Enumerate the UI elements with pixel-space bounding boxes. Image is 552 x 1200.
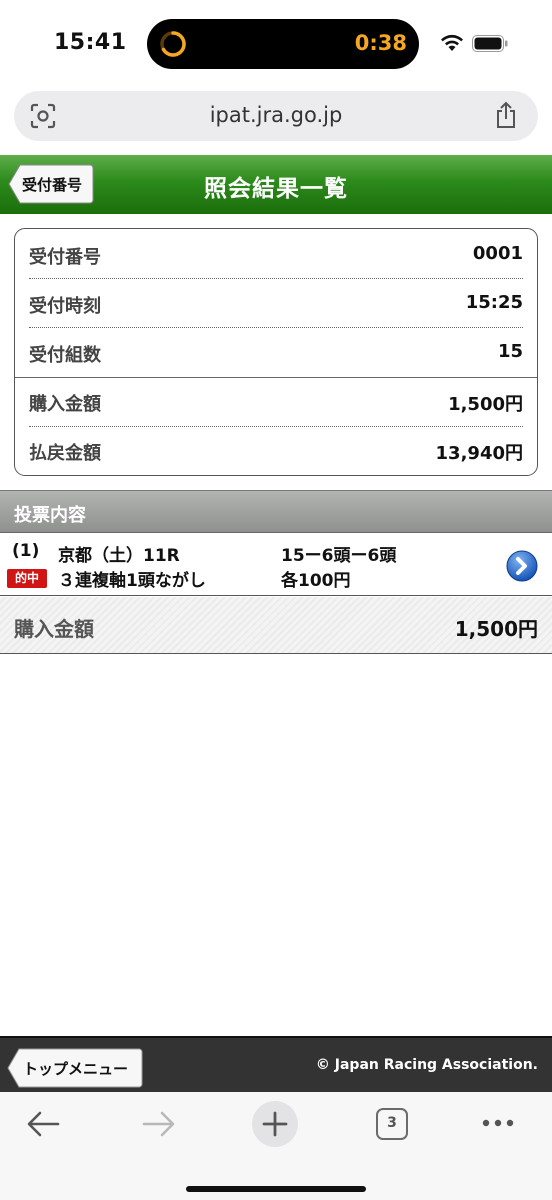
- summary-row-set-count: 受付組数 15: [29, 329, 523, 377]
- summary-value: 15:25: [465, 292, 523, 313]
- status-time: 15:41: [54, 30, 127, 55]
- address-bar[interactable]: ipat.jra.go.jp: [14, 91, 538, 141]
- page-title: 照会結果一覧: [204, 176, 348, 202]
- summary-value: 15: [497, 341, 523, 362]
- summary-label: 購入金額: [29, 394, 101, 415]
- total-value: 1,500円: [454, 617, 538, 641]
- bet-combination: 15ー6頭ー6頭: [281, 546, 397, 566]
- dynamic-island: 0:38: [147, 19, 419, 69]
- total-label: 購入金額: [14, 617, 94, 641]
- home-indicator: [186, 1186, 366, 1192]
- summary-value: 0001: [472, 243, 523, 264]
- share-icon[interactable]: [494, 101, 518, 129]
- top-menu-label: トップメニュー: [23, 1060, 129, 1078]
- tabs-button[interactable]: 3: [376, 1108, 408, 1140]
- top-menu-button[interactable]: トップメニュー: [7, 1048, 143, 1088]
- copyright-text: © Japan Racing Association.: [315, 1057, 538, 1073]
- bet-race: 京都（土）11R: [58, 546, 180, 566]
- summary-card: 受付番号 0001 受付時刻 15:25 受付組数 15 購入金額 1,500円…: [14, 228, 538, 476]
- timer-text: 0:38: [354, 31, 407, 55]
- forward-arrow-icon[interactable]: [142, 1110, 176, 1138]
- dotted-divider: [29, 327, 523, 328]
- bet-amount: 各100円: [281, 571, 351, 591]
- summary-row-receipt-time: 受付時刻 15:25: [29, 280, 523, 328]
- purchase-total-row: 購入金額 1,500円: [0, 597, 552, 654]
- summary-label: 払戻金額: [29, 443, 101, 464]
- section-header: 投票内容: [0, 490, 552, 533]
- summary-value: 13,940円: [435, 443, 523, 464]
- back-arrow-icon[interactable]: [26, 1110, 60, 1138]
- chevron-right-icon[interactable]: [506, 550, 538, 582]
- summary-row-purchase-amount: 購入金額 1,500円: [29, 378, 523, 426]
- page-header: 受付番号 照会結果一覧: [0, 155, 552, 214]
- battery-icon: [472, 35, 508, 52]
- summary-label: 受付時刻: [29, 296, 101, 317]
- bet-number: (1): [12, 541, 40, 561]
- more-options-icon[interactable]: [481, 1118, 515, 1128]
- new-tab-plus-icon[interactable]: [251, 1100, 299, 1148]
- summary-label: 受付番号: [29, 247, 101, 268]
- wifi-icon: [441, 34, 463, 51]
- page-footer: トップメニュー © Japan Racing Association.: [0, 1036, 552, 1092]
- hit-badge: 的中: [7, 569, 47, 588]
- url-text[interactable]: ipat.jra.go.jp: [14, 103, 538, 127]
- bet-list-item[interactable]: (1) 京都（土）11R 15ー6頭ー6頭 的中 ３連複軸1頭ながし 各100円: [0, 533, 552, 596]
- dotted-divider: [29, 278, 523, 279]
- summary-row-payout-amount: 払戻金額 13,940円: [29, 427, 523, 475]
- section-title: 投票内容: [14, 505, 86, 526]
- browser-toolbar: 3: [0, 1092, 552, 1200]
- bet-type: ３連複軸1頭ながし: [58, 571, 206, 591]
- summary-value: 1,500円: [448, 394, 523, 415]
- summary-row-receipt-number: 受付番号 0001: [29, 231, 523, 279]
- status-bar: 15:41 0:38: [0, 0, 552, 86]
- timer-icon: [160, 31, 186, 57]
- summary-label: 受付組数: [29, 345, 101, 366]
